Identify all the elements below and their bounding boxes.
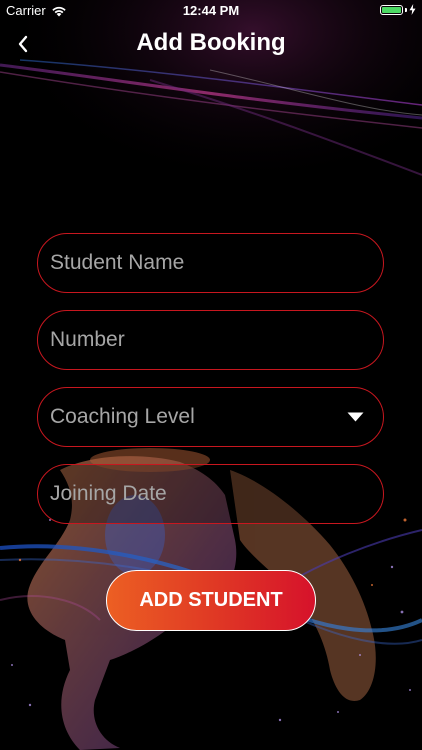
caret-down-icon [347, 412, 364, 422]
add-student-button[interactable]: ADD STUDENT [106, 570, 316, 631]
student-name-input[interactable] [38, 234, 383, 292]
battery-indicator [380, 4, 416, 15]
back-button[interactable] [8, 28, 38, 60]
coaching-level-select[interactable]: Coaching Level [37, 387, 384, 447]
joining-date-field [37, 464, 384, 524]
battery-fill [382, 6, 401, 13]
page-title: Add Booking [136, 29, 286, 56]
student-name-field [37, 233, 384, 293]
joining-date-input[interactable] [38, 465, 383, 523]
status-time: 12:44 PM [182, 3, 240, 18]
battery-cap [405, 7, 407, 12]
navigation-bar: Add Booking [0, 22, 422, 66]
charging-bolt-icon [409, 4, 416, 15]
background-artwork [0, 0, 422, 750]
number-field [37, 310, 384, 370]
coaching-level-label: Coaching Level [50, 405, 195, 428]
add-booking-screen: Carrier 12:44 PM Add Booking Student Nam… [0, 0, 422, 750]
chevron-left-icon [18, 35, 28, 53]
status-bar: Carrier 12:44 PM [0, 0, 422, 22]
battery-icon [380, 4, 403, 15]
number-input[interactable] [38, 311, 383, 369]
